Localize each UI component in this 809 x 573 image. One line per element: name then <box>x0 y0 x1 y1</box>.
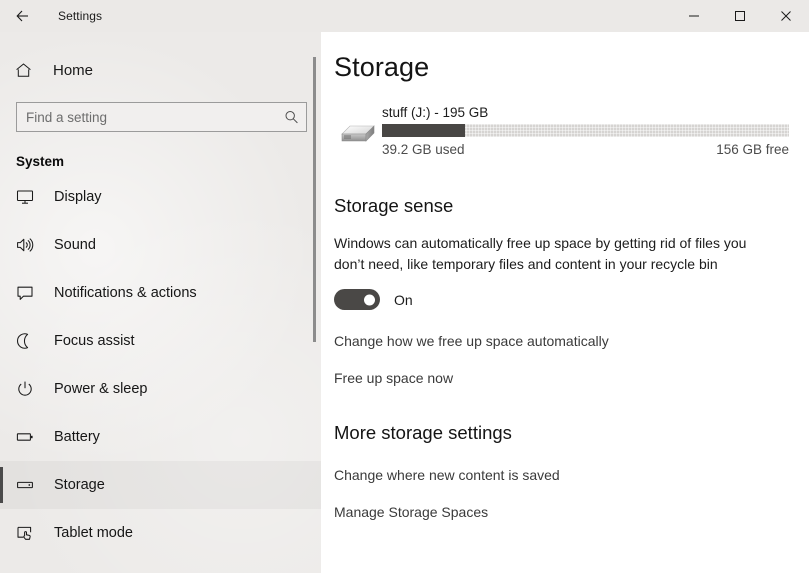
home-label: Home <box>53 62 93 79</box>
settings-sidebar: Home System <box>0 32 321 573</box>
home-icon <box>15 62 39 79</box>
toggle-knob <box>364 294 375 305</box>
drive-usage-bar <box>382 124 789 137</box>
sidebar-item-power-sleep[interactable]: Power & sleep <box>0 365 321 413</box>
storage-sense-description: Windows can automatically free up space … <box>334 233 759 275</box>
sidebar-item-notifications[interactable]: Notifications & actions <box>0 269 321 317</box>
window-body: Home System <box>0 32 809 573</box>
sidebar-item-label: Display <box>54 189 102 205</box>
minimize-icon <box>688 10 700 22</box>
sidebar-item-focus-assist[interactable]: Focus assist <box>0 317 321 365</box>
sidebar-item-display[interactable]: Display <box>0 173 321 221</box>
back-button[interactable] <box>0 0 46 32</box>
drive-free-label: 156 GB free <box>716 142 789 157</box>
sidebar-item-label: Storage <box>54 477 105 493</box>
monitor-icon <box>16 188 38 206</box>
main-content: Storage <box>321 32 809 573</box>
battery-icon <box>16 428 38 446</box>
drive-usage-block[interactable]: stuff (J:) - 195 GB 39.2 GB used 156 GB … <box>334 105 789 159</box>
storage-sense-title: Storage sense <box>334 195 789 217</box>
maximize-icon <box>734 10 746 22</box>
close-button[interactable] <box>763 0 809 32</box>
power-icon <box>16 380 38 398</box>
back-arrow-icon <box>15 8 31 24</box>
caption-buttons <box>671 0 809 32</box>
sidebar-scrollbar-thumb[interactable] <box>313 57 316 342</box>
sidebar-scrollbar[interactable] <box>313 57 316 420</box>
sidebar-item-label: Power & sleep <box>54 381 148 397</box>
sidebar-item-label: Sound <box>54 237 96 253</box>
drive-name: stuff (J:) - 195 GB <box>382 105 789 120</box>
minimize-button[interactable] <box>671 0 717 32</box>
search-input[interactable] <box>16 102 307 132</box>
manage-storage-spaces-link[interactable]: Manage Storage Spaces <box>334 504 488 520</box>
sidebar-item-home[interactable]: Home <box>0 50 321 90</box>
sidebar-item-tablet-mode[interactable]: Tablet mode <box>0 509 321 557</box>
more-storage-settings-title: More storage settings <box>334 422 789 444</box>
sidebar-item-sound[interactable]: Sound <box>0 221 321 269</box>
search-container <box>16 102 307 132</box>
free-up-space-now-link[interactable]: Free up space now <box>334 370 453 386</box>
drive-usage-labels: 39.2 GB used 156 GB free <box>382 142 789 157</box>
maximize-button[interactable] <box>717 0 763 32</box>
drive-used-label: 39.2 GB used <box>382 142 465 157</box>
sidebar-group-title: System <box>0 154 321 169</box>
sidebar-item-label: Focus assist <box>54 333 135 349</box>
storage-sense-toggle-row: On <box>334 289 789 310</box>
settings-window: Settings <box>0 0 809 573</box>
close-icon <box>780 10 792 22</box>
drive-info: stuff (J:) - 195 GB 39.2 GB used 156 GB … <box>382 105 789 157</box>
storage-drive-icon <box>16 476 38 494</box>
storage-sense-toggle-state: On <box>394 292 413 308</box>
sidebar-item-label: Battery <box>54 429 100 445</box>
drive-usage-fill <box>382 124 465 137</box>
page-title: Storage <box>334 52 789 83</box>
speaker-icon <box>16 236 38 254</box>
sidebar-item-battery[interactable]: Battery <box>0 413 321 461</box>
hard-drive-icon <box>334 113 382 159</box>
title-bar: Settings <box>0 0 809 32</box>
storage-sense-toggle[interactable] <box>334 289 380 310</box>
sidebar-item-storage[interactable]: Storage <box>0 461 321 509</box>
change-content-location-link[interactable]: Change where new content is saved <box>334 467 560 483</box>
sidebar-item-label: Notifications & actions <box>54 285 197 301</box>
moon-icon <box>16 332 38 350</box>
speech-bubble-icon <box>16 284 38 302</box>
sidebar-nav-list: Display Sound <box>0 173 321 557</box>
change-free-space-link[interactable]: Change how we free up space automaticall… <box>334 333 609 349</box>
app-title: Settings <box>58 9 102 23</box>
sidebar-item-label: Tablet mode <box>54 525 133 541</box>
tablet-hand-icon <box>16 524 38 542</box>
